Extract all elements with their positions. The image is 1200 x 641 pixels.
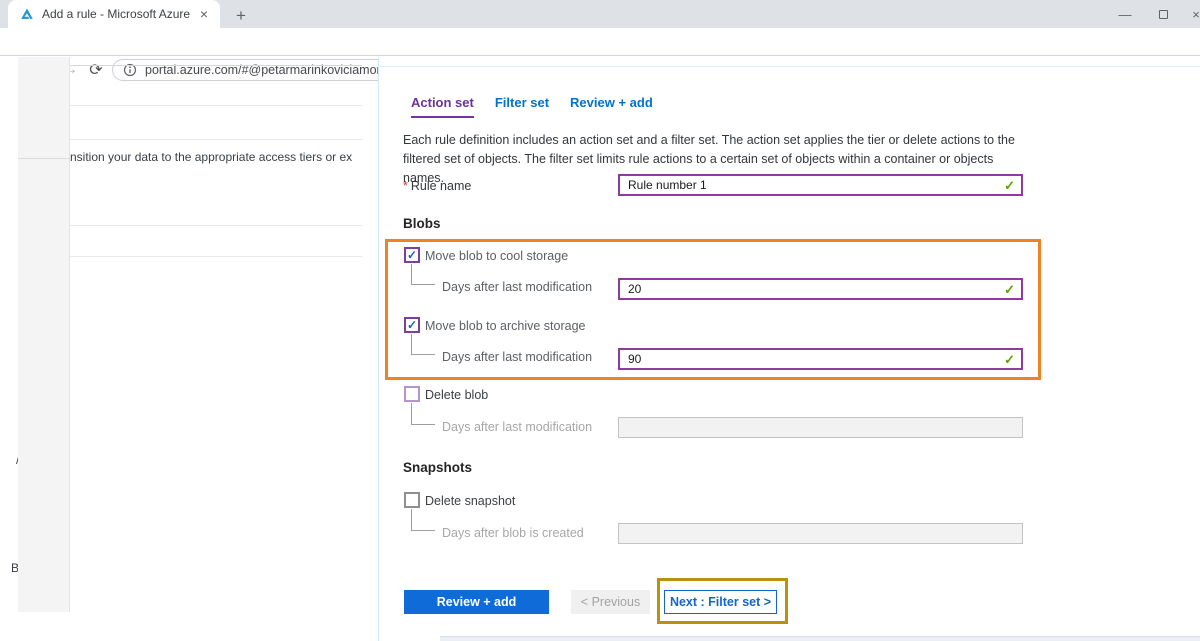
move-archive-checkbox[interactable]: ✓ [404,317,420,333]
rule-name-input[interactable] [618,174,1023,196]
days-snapshot-input [618,523,1023,544]
background-row-line [70,105,362,106]
azure-logo-icon [20,7,34,21]
background-row-line [70,225,362,226]
section-title-snapshots: Snapshots [403,460,472,475]
connector-line [411,334,435,355]
days-label-cool: Days after last modification [442,280,592,294]
tab-title: Add a rule - Microsoft Azure [42,7,196,21]
previous-button[interactable]: < Previous [571,590,650,614]
background-row-line [70,256,362,257]
rule-name-label: *Rule name [403,179,471,193]
review-add-button[interactable]: Review + add [404,590,549,614]
days-label-snapshot: Days after blob is created [442,526,584,540]
days-delete-blob-input [618,417,1023,438]
background-sidebar-column [18,57,70,612]
valid-check-icon: ✓ [1004,282,1015,298]
section-title-blobs: Blobs [403,216,441,231]
days-archive-input[interactable] [618,348,1023,370]
refresh-button[interactable]: ⟳ [84,58,108,82]
annotation-box-olive [657,578,788,624]
new-tab-button[interactable]: + [230,4,252,28]
browser-toolbar: ← → ⟳ portal.azure.com/#@petarmarinkovic… [0,28,1200,56]
background-row-line [70,139,362,140]
window-restore-button[interactable] [1146,0,1180,28]
restore-icon [1159,10,1168,19]
tab-action-set[interactable]: Action set [411,95,474,118]
window-minimize-button[interactable]: — [1108,0,1142,28]
days-label-archive: Days after last modification [442,350,592,364]
tab-review-add[interactable]: Review + add [570,95,653,118]
tab-filter-set[interactable]: Filter set [495,95,549,118]
browser-tab-strip: Add a rule - Microsoft Azure × + — × [0,0,1200,28]
bottom-status-strip [440,636,1200,641]
move-cool-label: Move blob to cool storage [425,249,568,263]
window-close-button[interactable]: × [1186,0,1200,28]
checkbox-check-icon: ✓ [407,249,417,261]
delete-blob-label: Delete blob [425,388,488,402]
connector-line [411,264,435,285]
background-fragment-text: nsition your data to the appropriate acc… [70,150,352,164]
delete-blob-checkbox[interactable] [404,386,420,402]
move-archive-label: Move blob to archive storage [425,319,586,333]
required-asterisk: * [403,179,408,193]
valid-check-icon: ✓ [1004,352,1015,368]
blade-tab-bar: Action set Filter set Review + add [411,95,653,118]
days-label-delete-blob: Days after last modification [442,420,592,434]
delete-snapshot-label: Delete snapshot [425,494,515,508]
delete-snapshot-checkbox[interactable] [404,492,420,508]
checkbox-check-icon: ✓ [407,319,417,331]
tab-close-icon[interactable]: × [196,5,212,23]
browser-tab[interactable]: Add a rule - Microsoft Azure × [8,0,220,28]
connector-line [411,509,435,531]
add-rule-blade: Action set Filter set Review + add Each … [378,57,1200,641]
blade-top-divider [379,66,1200,67]
background-row-line [70,65,362,66]
valid-check-icon: ✓ [1004,178,1015,194]
connector-line [411,403,435,425]
move-cool-checkbox[interactable]: ✓ [404,247,420,263]
days-cool-input[interactable] [618,278,1023,300]
background-divider [18,158,70,159]
